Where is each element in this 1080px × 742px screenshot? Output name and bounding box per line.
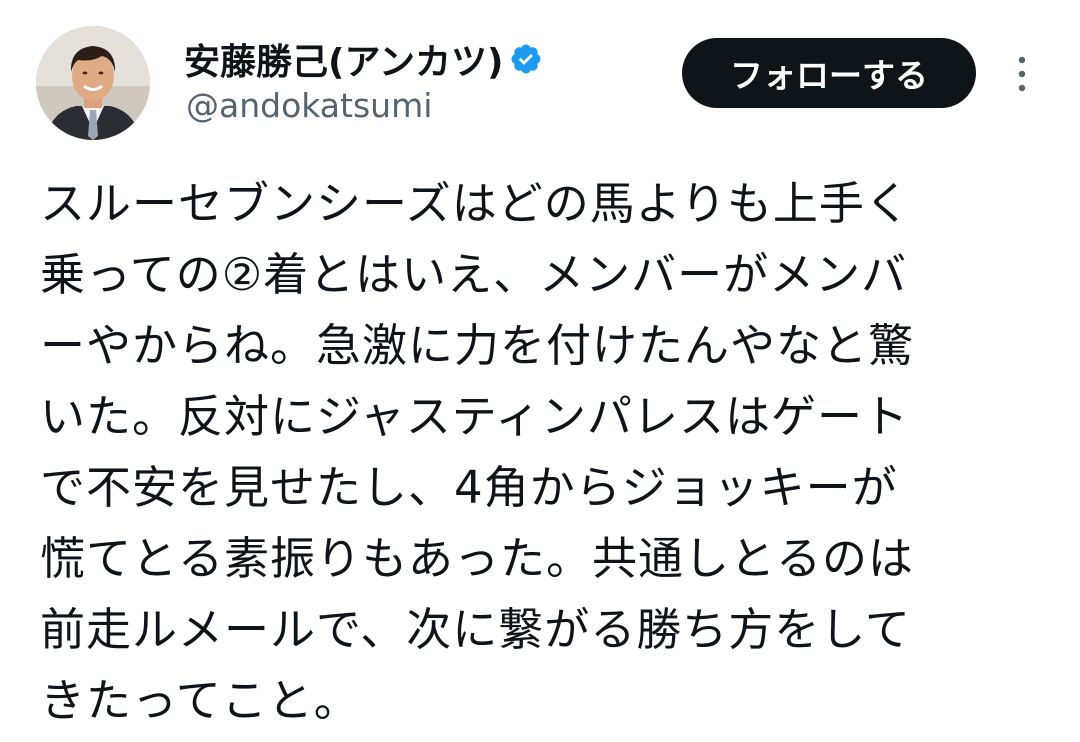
tweet-header: 安藤勝己(アンカツ) @andokatsumi フォローする [0,0,1080,150]
tweet-text-line: 乗っての②着とはいえ、メンバーがメンバ [40,248,908,301]
tweet-card: 安藤勝己(アンカツ) @andokatsumi フォローする スルーセブンシーズ… [0,0,1080,742]
author-name-row: 安藤勝己(アンカツ) [184,34,543,84]
follow-button[interactable]: フォローする [682,38,976,108]
avatar-image [36,26,150,140]
tweet-text-line: 前走ルメールで、次に繋がる勝ち方をして [40,603,911,656]
tweet-text-line: ーやからね。急激に力を付けたんやなと驚 [40,319,915,372]
author-handle[interactable]: @andokatsumi [186,86,432,125]
tweet-text-line: いた。反対にジャスティンパレスはゲート [40,390,910,443]
tweet-text-line: きたってこと。 [40,674,360,727]
author-display-name[interactable]: 安藤勝己(アンカツ) [184,33,503,85]
verified-badge-icon [509,42,543,76]
tweet-text: スルーセブンシーズはどの馬よりも上手く 乗っての②着とはいえ、メンバーがメンバ … [40,168,1040,736]
tweet-text-line: スルーセブンシーズはどの馬よりも上手く [40,177,911,230]
tweet-text-line: 慌てとる素振りもあった。共通しとるのは [40,532,915,585]
avatar[interactable] [36,26,150,140]
tweet-text-line: で不安を見せたし、4角からジョッキーが [40,461,898,514]
more-vertical-icon[interactable] [1004,52,1040,96]
